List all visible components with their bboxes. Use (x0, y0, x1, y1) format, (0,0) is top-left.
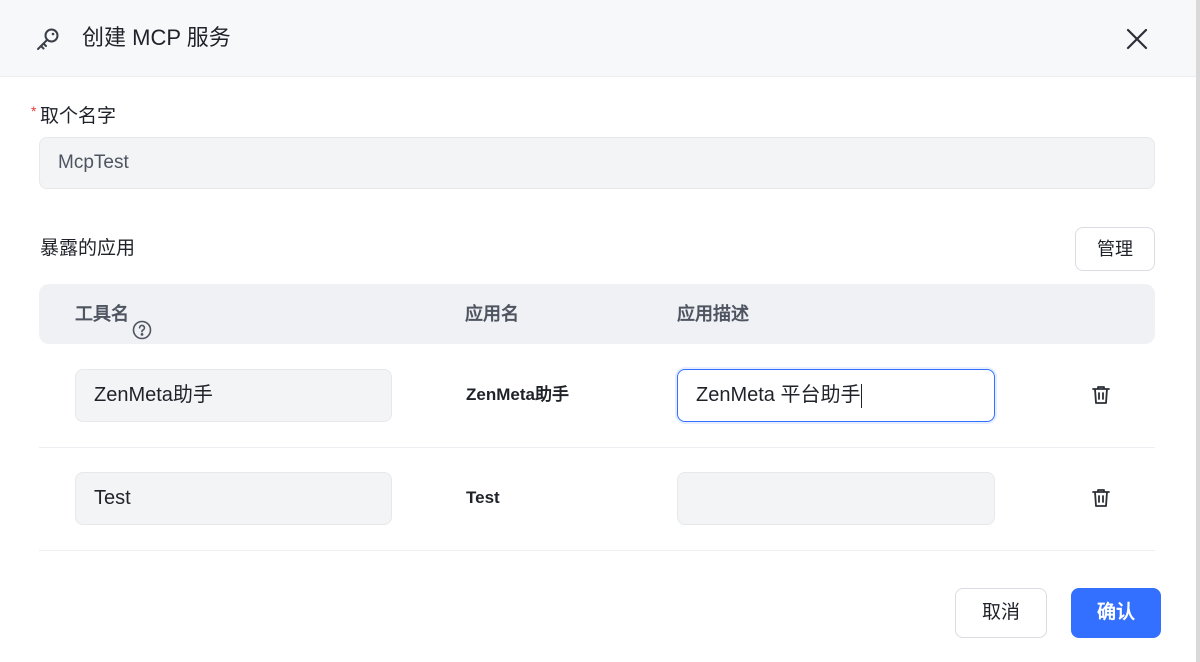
trash-icon[interactable] (1089, 486, 1113, 510)
column-app-description: 应用描述 (677, 304, 749, 324)
column-tool-name-label: 工具名 (75, 304, 129, 324)
text-caret (861, 383, 863, 408)
tool-name-input[interactable]: Test (75, 472, 392, 525)
question-circle-icon[interactable] (132, 304, 152, 340)
dialog-header: 创建 MCP 服务 (0, 0, 1196, 77)
name-field-label: 取个名字 (40, 106, 117, 127)
apps-table-header: 工具名 应用名 应用描述 (39, 284, 1155, 344)
app-name-text: ZenMeta助手 (466, 385, 569, 404)
cancel-button[interactable]: 取消 (955, 588, 1047, 638)
table-row: Test Test (39, 448, 1155, 551)
column-tool-name: 工具名 (75, 284, 152, 344)
close-icon[interactable] (1122, 24, 1152, 54)
create-mcp-service-dialog: 创建 MCP 服务 * 取个名字 McpTest 暴露的应用 管理 工具名 应用… (0, 0, 1200, 662)
column-app-name: 应用名 (465, 304, 519, 324)
table-row: ZenMeta助手 ZenMeta助手 ZenMeta 平台助手 (39, 345, 1155, 448)
app-description-input[interactable] (677, 472, 995, 525)
key-icon (34, 25, 62, 53)
window-edge (1196, 0, 1200, 662)
trash-icon[interactable] (1089, 383, 1113, 407)
app-description-text: ZenMeta 平台助手 (696, 384, 861, 406)
required-mark: * (31, 103, 37, 119)
app-name-text: Test (466, 488, 500, 507)
dialog-title: 创建 MCP 服务 (82, 25, 231, 50)
confirm-button[interactable]: 确认 (1071, 588, 1161, 638)
tool-name-input[interactable]: ZenMeta助手 (75, 369, 392, 422)
manage-button[interactable]: 管理 (1075, 227, 1155, 271)
service-name-input[interactable]: McpTest (39, 137, 1155, 189)
exposed-apps-title: 暴露的应用 (40, 238, 136, 259)
app-description-input[interactable]: ZenMeta 平台助手 (677, 369, 995, 422)
